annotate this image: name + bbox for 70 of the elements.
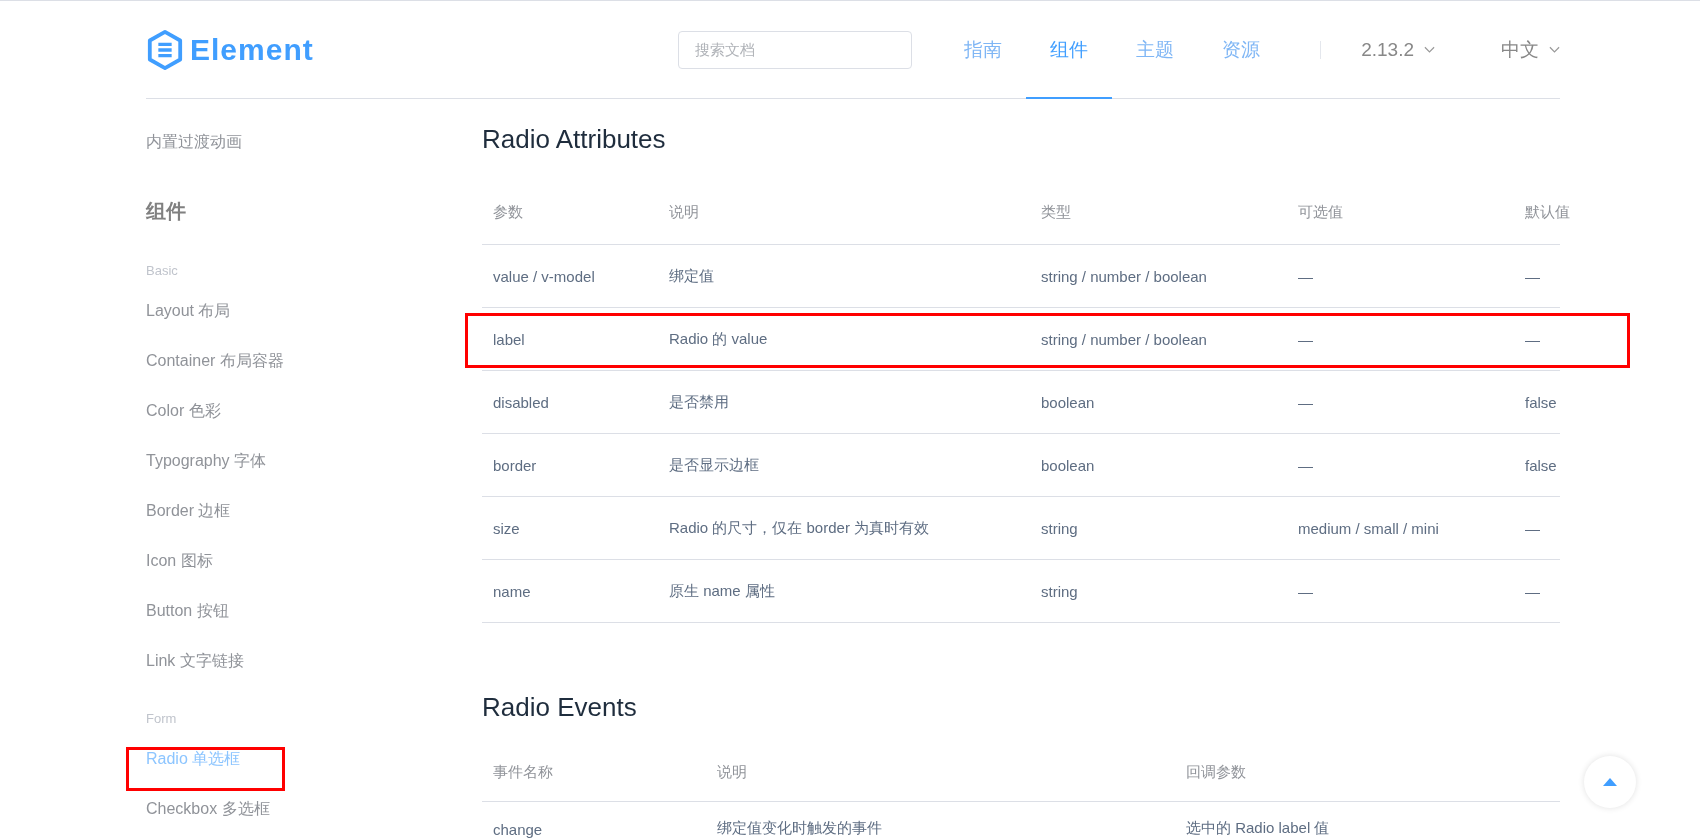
sidebar-category: Basic [146,262,179,280]
hexagon-logo-icon [146,28,184,71]
column-header: 说明 [716,762,748,782]
table-cell-text: — [1297,456,1314,474]
search-field[interactable]: 搜索文档 [678,30,913,69]
nav-link[interactable]: 指南 [940,1,1027,99]
table-cell-text: string / number / boolean [1040,267,1208,285]
table-cell-text: — [1524,519,1541,537]
back-to-top-button[interactable] [1584,756,1636,808]
sidebar-item[interactable]: Color 色彩 [146,400,221,422]
table-cell-text: false [1524,456,1558,474]
table-cell-text: disabled [492,393,550,411]
nav-link[interactable]: 主题 [1112,1,1199,99]
table-cell-text: boolean [1040,393,1096,411]
table-cell-text: — [1297,393,1314,411]
table-cell-text: 原生 name 属性 [668,581,776,601]
column-header: 说明 [668,203,700,222]
table-cell-text: size [492,519,521,537]
table-cell-text: — [1524,582,1541,600]
table-cell-text: — [1297,267,1314,285]
table-cell-text: string [1040,519,1079,537]
section-title: Radio Attributes [482,123,667,156]
sidebar-item[interactable]: Button 按钮 [146,600,229,622]
table-cell-text: — [1297,330,1314,348]
column-header: 参数 [492,203,524,222]
chevron-down-icon [1549,45,1560,54]
table-cell-text: 绑定值 [668,266,715,286]
table-cell-text: 是否显示边框 [668,455,760,475]
nav-link[interactable]: 组件 [1026,1,1113,99]
table-cell-text: 选中的 Radio label 值 [1185,819,1331,838]
table-cell-text: — [1524,267,1541,285]
sidebar-item[interactable]: Radio 单选框 [146,748,241,770]
table-cell-text: — [1297,582,1314,600]
sidebar-item[interactable]: Icon 图标 [146,550,213,572]
table-cell-text: name [492,582,532,600]
table-cell-text: — [1524,330,1541,348]
table-cell-text: change [492,821,544,838]
sidebar-item[interactable]: 内置过渡动画 [146,131,242,153]
table-cell-text: value / v-model [492,267,596,285]
table-cell-text: 是否禁用 [668,392,730,412]
table-cell-text: string [1040,582,1079,600]
sidebar-item[interactable]: Layout 布局 [146,300,231,322]
column-header: 可选值 [1297,203,1344,222]
table-cell-text: false [1524,393,1558,411]
caret-up-icon [1602,777,1618,787]
table-cell-text: boolean [1040,456,1096,474]
table-cell-text: medium / small / mini [1297,519,1440,537]
column-header: 事件名称 [492,762,554,782]
version-dropdown[interactable]: 2.13.2 [1361,38,1435,61]
chevron-down-icon [1424,45,1435,54]
language-dropdown[interactable]: 中文 [1501,36,1560,63]
nav-link[interactable]: 资源 [1198,1,1285,99]
sidebar-group-title: 组件 [146,199,187,224]
sidebar-item[interactable]: Border 边框 [146,500,231,522]
sidebar-item[interactable]: Link 文字链接 [146,650,244,672]
table-cell-text: border [492,456,538,474]
sidebar-category: Form [146,710,178,728]
section-title: Radio Events [482,691,638,724]
table-cell-text: string / number / boolean [1040,330,1208,348]
sidebar-item[interactable]: Typography 字体 [146,450,267,472]
table-cell-text: label [492,330,526,348]
logo-text[interactable]: Element [190,32,314,67]
sidebar-item[interactable]: Checkbox 多选框 [146,798,270,820]
table-cell-text: 绑定值变化时触发的事件 [716,819,883,838]
table-cell-text: Radio 的尺寸，仅在 border 为真时有效 [668,518,931,538]
column-header: 回调参数 [1185,762,1247,782]
sidebar-item[interactable]: Container 布局容器 [146,350,284,372]
table-cell-text: Radio 的 value [668,329,769,349]
column-header: 默认值 [1524,203,1570,222]
column-header: 类型 [1040,203,1072,222]
